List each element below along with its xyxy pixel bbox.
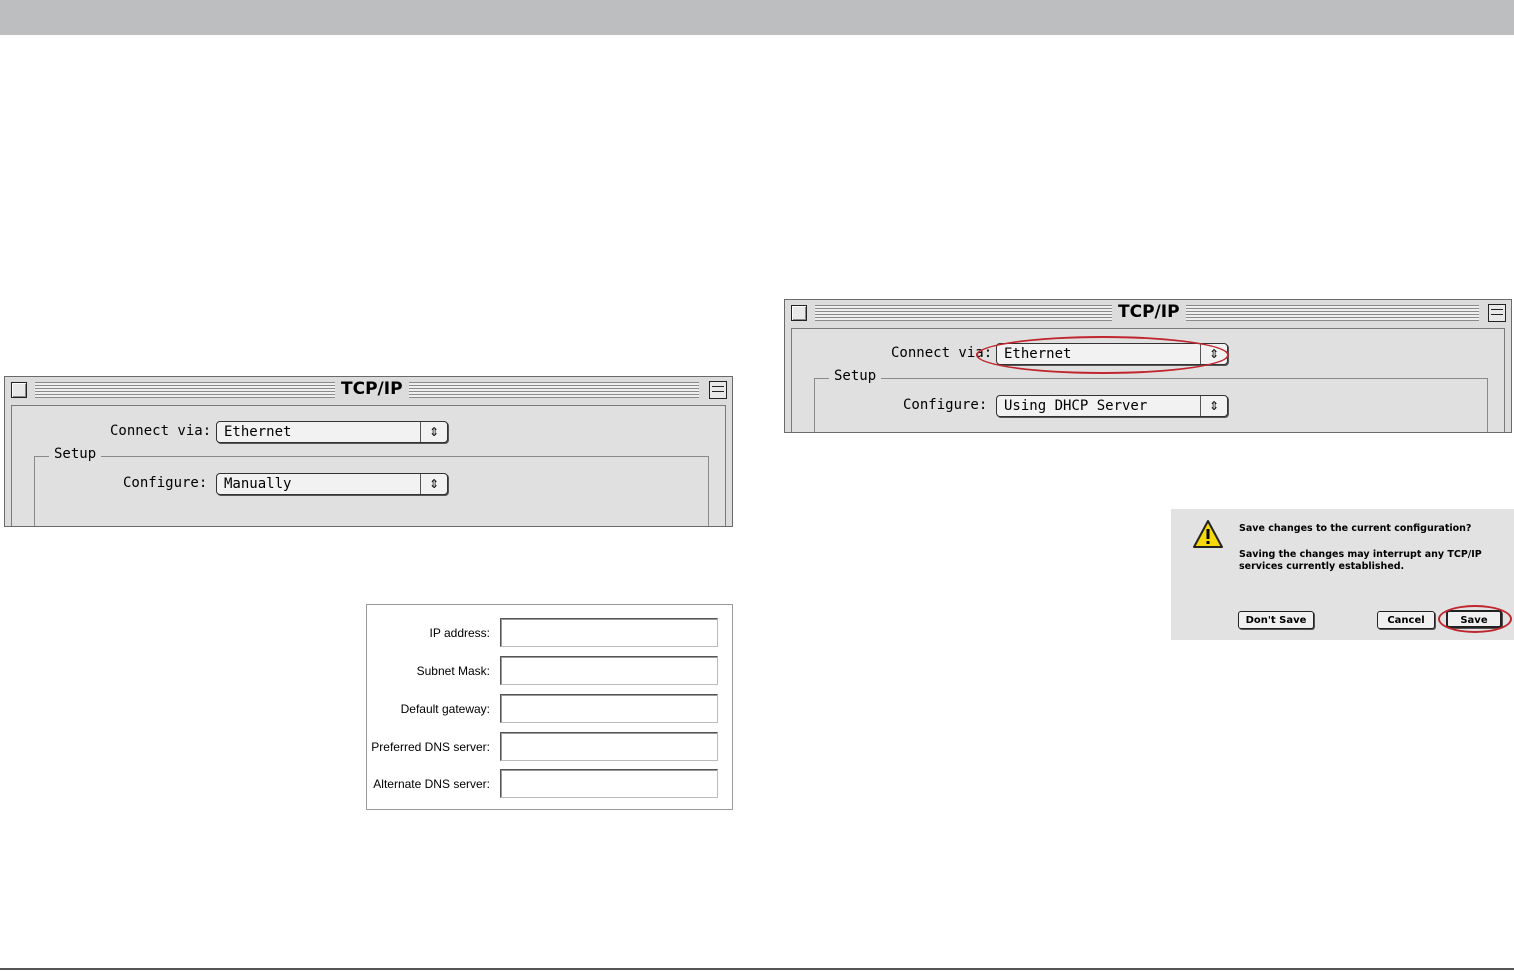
preferred-dns-input[interactable] <box>500 732 718 761</box>
collapse-box-icon[interactable] <box>709 381 727 399</box>
ip-address-label: IP address: <box>429 626 490 640</box>
preferred-dns-row: Preferred DNS server: <box>367 729 732 767</box>
subnet-mask-input[interactable] <box>500 656 718 685</box>
bottom-rule <box>0 968 1514 970</box>
cancel-button[interactable]: Cancel <box>1377 611 1435 629</box>
connect-via-label: Connect via: <box>891 345 993 361</box>
popup-arrows-icon: ⇕ <box>1200 396 1227 416</box>
dialog-heading: Save changes to the current configuratio… <box>1239 523 1472 534</box>
connect-via-value: Ethernet <box>1004 346 1072 362</box>
configure-popup[interactable]: Using DHCP Server ⇕ <box>996 395 1228 417</box>
configure-value: Manually <box>224 476 292 492</box>
window-title: TCP/IP <box>1112 302 1186 322</box>
alternate-dns-input[interactable] <box>500 769 718 798</box>
ip-address-row: IP address: <box>367 615 732 653</box>
default-gateway-label: Default gateway: <box>400 702 490 716</box>
setup-label: Setup <box>829 368 882 384</box>
collapse-box-icon[interactable] <box>1488 304 1506 322</box>
connect-via-label: Connect via: <box>110 423 212 439</box>
close-box-icon[interactable] <box>791 305 807 321</box>
popup-arrows-icon: ⇕ <box>420 422 447 442</box>
configure-label: Configure: <box>903 397 988 413</box>
subnet-mask-label: Subnet Mask: <box>416 664 490 678</box>
connect-via-value: Ethernet <box>224 424 292 440</box>
top-header-bar <box>0 0 1514 35</box>
warning-icon <box>1193 520 1223 548</box>
window-body: Connect via: Ethernet ⇕ Setup Configure:… <box>11 405 726 526</box>
tcpip-window-manual: TCP/IP Connect via: Ethernet ⇕ Setup Con… <box>4 376 733 527</box>
ip-address-input[interactable] <box>500 618 718 647</box>
window-title-bar[interactable]: TCP/IP <box>5 377 732 405</box>
window-title-bar[interactable]: TCP/IP <box>785 300 1511 328</box>
save-button[interactable]: Save <box>1446 610 1502 628</box>
configure-value: Using DHCP Server <box>1004 398 1148 414</box>
alternate-dns-row: Alternate DNS server: <box>367 766 732 804</box>
configure-label: Configure: <box>123 475 208 491</box>
configure-popup[interactable]: Manually ⇕ <box>216 473 448 495</box>
connect-via-popup[interactable]: Ethernet ⇕ <box>216 421 448 443</box>
default-gateway-input[interactable] <box>500 694 718 723</box>
window-title: TCP/IP <box>335 379 409 399</box>
save-changes-dialog: Save changes to the current configuratio… <box>1171 509 1514 640</box>
close-box-icon[interactable] <box>11 382 27 398</box>
setup-label: Setup <box>49 446 102 462</box>
default-gateway-row: Default gateway: <box>367 691 732 729</box>
popup-arrows-icon: ⇕ <box>1200 344 1227 364</box>
alternate-dns-label: Alternate DNS server: <box>373 777 490 791</box>
popup-arrows-icon: ⇕ <box>420 474 447 494</box>
subnet-mask-row: Subnet Mask: <box>367 653 732 691</box>
dialog-body-line2: services currently established. <box>1239 561 1405 572</box>
connect-via-popup[interactable]: Ethernet ⇕ <box>996 343 1228 365</box>
ip-settings-panel: IP address: Subnet Mask: Default gateway… <box>366 604 733 810</box>
dont-save-button[interactable]: Don't Save <box>1238 611 1314 629</box>
dialog-body-line1: Saving the changes may interrupt any TCP… <box>1239 549 1482 560</box>
tcpip-window-dhcp: TCP/IP Connect via: Ethernet ⇕ Setup Con… <box>784 299 1512 433</box>
preferred-dns-label: Preferred DNS server: <box>371 740 490 754</box>
window-body: Connect via: Ethernet ⇕ Setup Configure:… <box>791 328 1505 432</box>
